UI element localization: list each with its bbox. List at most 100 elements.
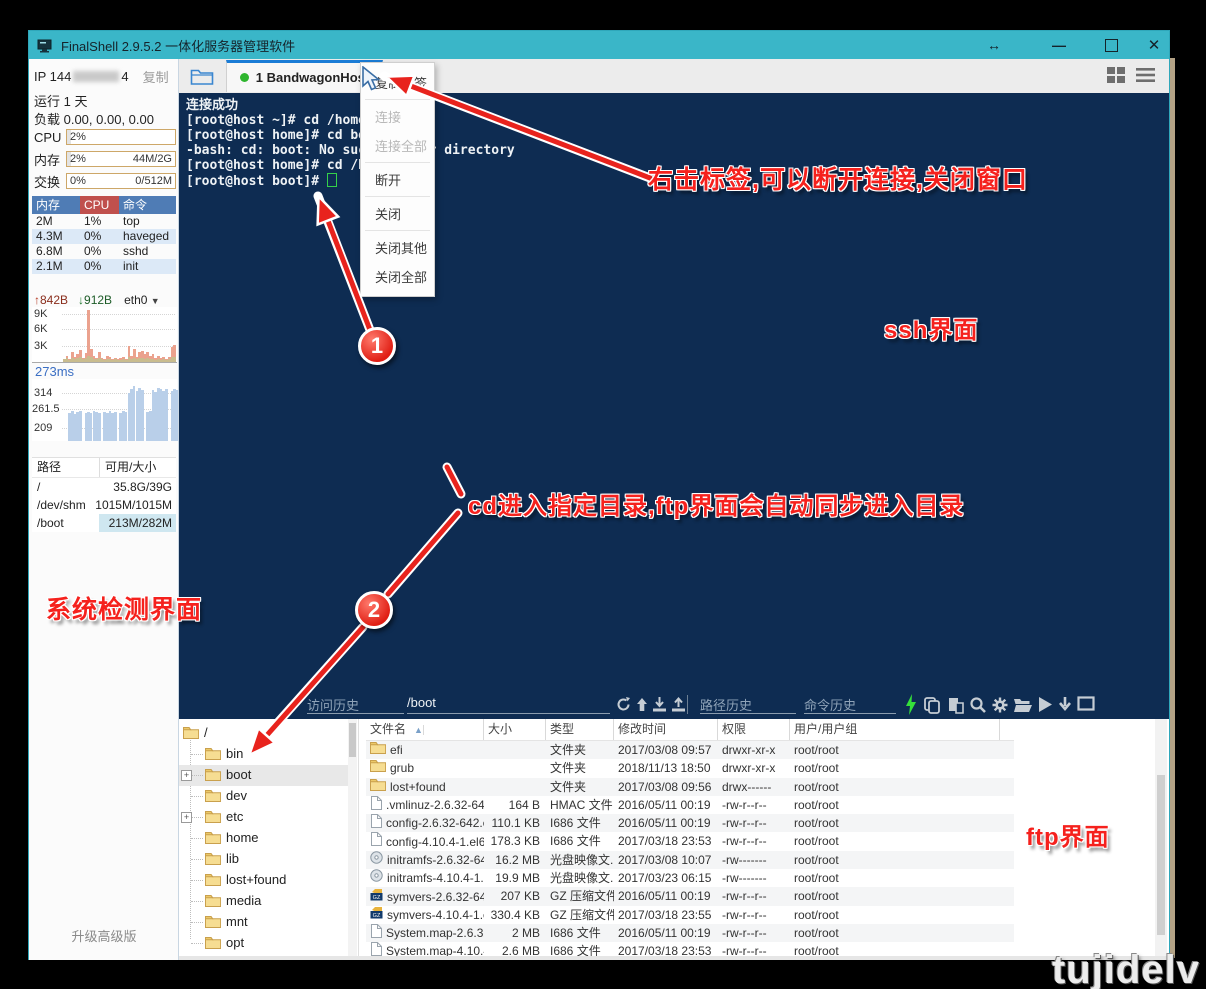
tree-expander-icon[interactable]: +: [181, 812, 192, 823]
file-col-header[interactable]: 权限: [718, 719, 790, 740]
process-row: 6.8M0%sshd: [32, 244, 176, 259]
menu-item-connect-all: 连接全部: [361, 131, 434, 160]
tree-item-dev[interactable]: dev: [179, 786, 349, 807]
file-row[interactable]: config-4.10.4-1.el6.elr...178.3 KBI686 文…: [366, 832, 1014, 850]
tree-item-mnt[interactable]: mnt: [179, 912, 349, 933]
tree-item-label: opt: [226, 935, 244, 950]
window-icon[interactable]: [1077, 696, 1095, 717]
tree-item-bin[interactable]: bin: [179, 744, 349, 765]
file-col-header[interactable]: 用户/用户组: [790, 719, 1000, 740]
gear-icon[interactable]: [991, 696, 1009, 719]
net-chart-bars: [63, 307, 176, 362]
down-arrow-icon[interactable]: [1057, 696, 1073, 718]
file-row[interactable]: System.map-2.6.32-6...2 MBI686 文件2016/05…: [366, 924, 1014, 942]
file-col-header[interactable]: 类型: [546, 719, 614, 740]
paste-icon[interactable]: [947, 696, 965, 719]
refresh-icon[interactable]: [615, 696, 632, 718]
close-button[interactable]: ✕: [1137, 31, 1171, 59]
download-rate: 912B: [84, 293, 112, 307]
terminal-line: 连接成功: [179, 98, 1169, 113]
meter-内存: 内存2%44M/2G: [29, 151, 179, 167]
tree-item-media[interactable]: media: [179, 891, 349, 912]
ip-prefix: IP 144: [34, 69, 71, 84]
resize-icon[interactable]: ↔: [979, 31, 1009, 59]
ftp-panel: /bin+boot dev +etchomeliblost+foundmediamn…: [179, 719, 1169, 956]
tree-item-home[interactable]: home: [179, 828, 349, 849]
menu-item-disconnect[interactable]: 断开: [361, 165, 434, 194]
upgrade-link[interactable]: 升级高级版: [29, 926, 179, 945]
upload-icon[interactable]: [670, 696, 687, 718]
annotation-system-monitor: 系统检测界面: [46, 590, 202, 626]
maximize-button[interactable]: [1091, 31, 1131, 59]
tree-item-[interactable]: /: [179, 723, 349, 744]
minimize-button[interactable]: —: [1039, 31, 1079, 59]
file-table-header[interactable]: 文件名▲大小类型修改时间权限用户/用户组: [366, 719, 1014, 741]
folder-icon: [183, 726, 199, 742]
terminal-cursor: [327, 173, 337, 187]
current-path-input[interactable]: /boot: [407, 695, 610, 714]
lightning-icon[interactable]: [905, 694, 917, 720]
ping-tick-314: 314: [34, 387, 52, 399]
file-col-header[interactable]: 文件名▲: [366, 719, 484, 740]
file-row[interactable]: grub文件夹2018/11/13 18:50drwxr-xr-xroot/ro…: [366, 759, 1014, 777]
ftp-toolbar: 访问历史 /boot 路径历史 命令历史: [179, 691, 1169, 719]
tree-item-opt[interactable]: opt: [179, 933, 349, 954]
tree-item-boot[interactable]: +boot: [179, 765, 349, 786]
screenshot-stage: FinalShell 2.9.5.2 一体化服务器管理软件 ↔ — ✕ 1 Ba…: [0, 0, 1206, 989]
title-bar[interactable]: FinalShell 2.9.5.2 一体化服务器管理软件 ↔ — ✕: [29, 31, 1169, 59]
desktop-edge: [1170, 58, 1175, 958]
network-header: ↑ 842B ↓ 912B eth0 ▼: [34, 293, 176, 307]
tree-item-etc[interactable]: +etc: [179, 807, 349, 828]
file-icon: [370, 942, 382, 956]
play-icon[interactable]: [1037, 696, 1053, 718]
open-folder-icon[interactable]: [1013, 696, 1033, 718]
copy-ip-link[interactable]: 复制: [143, 67, 169, 86]
tree-scrollbar[interactable]: [348, 719, 357, 956]
copy-icon[interactable]: [923, 696, 941, 719]
tree-item-label: dev: [226, 788, 247, 803]
toolbar-divider: [687, 695, 688, 714]
grid-layout-icon[interactable]: [1107, 67, 1126, 83]
annotation-cd-tip: cd进入指定目录,ftp界面会自动同步进入目录: [468, 486, 964, 521]
open-connections-button[interactable]: [187, 64, 217, 88]
file-row[interactable]: initramfs-4.10.4-1.el6....19.9 MB光盘映像文..…: [366, 869, 1014, 887]
annotation-ftp: ftp界面: [1026, 817, 1110, 852]
step-badge-2: 2: [355, 591, 393, 629]
tree-item-lost+found[interactable]: lost+found: [179, 870, 349, 891]
tree-item-lib[interactable]: lib: [179, 849, 349, 870]
meter-CPU: CPU2%: [29, 129, 179, 145]
disc-image-icon: [370, 869, 383, 887]
path-history-input[interactable]: 路径历史: [700, 695, 796, 714]
menu-item-close-others[interactable]: 关闭其他: [361, 233, 434, 262]
file-row[interactable]: initramfs-2.6.32-642.e...16.2 MB光盘映像文...…: [366, 851, 1014, 869]
file-row[interactable]: lost+found文件夹2017/03/08 09:56drwx------r…: [366, 778, 1014, 796]
visit-history-input[interactable]: 访问历史: [307, 695, 404, 714]
process-table: 内存 CPU 命令 2M1%top4.3M0%haveged6.8M0%sshd…: [32, 196, 176, 274]
file-row[interactable]: GZsymvers-4.10.4-1.el6....330.4 KBGZ 压缩文…: [366, 906, 1014, 924]
file-row[interactable]: config-2.6.32-642.el6....110.1 KBI686 文件…: [366, 814, 1014, 832]
menu-item-close[interactable]: 关闭: [361, 199, 434, 228]
tree-expander-icon[interactable]: +: [181, 770, 192, 781]
file-table-scrollbar[interactable]: [1155, 719, 1167, 956]
svg-text:GZ: GZ: [373, 895, 381, 901]
file-row[interactable]: efi文件夹2017/03/08 09:57drwxr-xr-xroot/roo…: [366, 741, 1014, 759]
menu-item-close-all[interactable]: 关闭全部: [361, 262, 434, 291]
tab-label: 1 BandwagonHost: [256, 70, 369, 85]
folder-icon: [205, 873, 221, 889]
menu-icon[interactable]: [1136, 67, 1155, 83]
interface-selector[interactable]: eth0 ▼: [124, 293, 160, 307]
file-col-header[interactable]: 大小: [484, 719, 546, 740]
file-row[interactable]: System.map-4.10.4-1...2.6 MBI686 文件2017/…: [366, 942, 1014, 956]
file-icon: [370, 924, 382, 942]
file-row[interactable]: GZsymvers-2.6.32-642.el...207 KBGZ 压缩文件2…: [366, 887, 1014, 905]
search-icon[interactable]: [969, 696, 987, 719]
process-table-body: 2M1%top4.3M0%haveged6.8M0%sshd2.1M0%init: [32, 214, 176, 274]
parent-dir-icon[interactable]: [635, 696, 649, 718]
download-icon[interactable]: [651, 696, 668, 718]
command-history-input[interactable]: 命令历史: [804, 695, 896, 714]
menu-separator: [365, 196, 430, 197]
file-col-header[interactable]: 修改时间: [614, 719, 718, 740]
col-command: 命令: [119, 196, 176, 214]
col-path: 路径: [32, 458, 100, 477]
file-row[interactable]: .vmlinuz-2.6.32-642.el...164 BHMAC 文件201…: [366, 796, 1014, 814]
